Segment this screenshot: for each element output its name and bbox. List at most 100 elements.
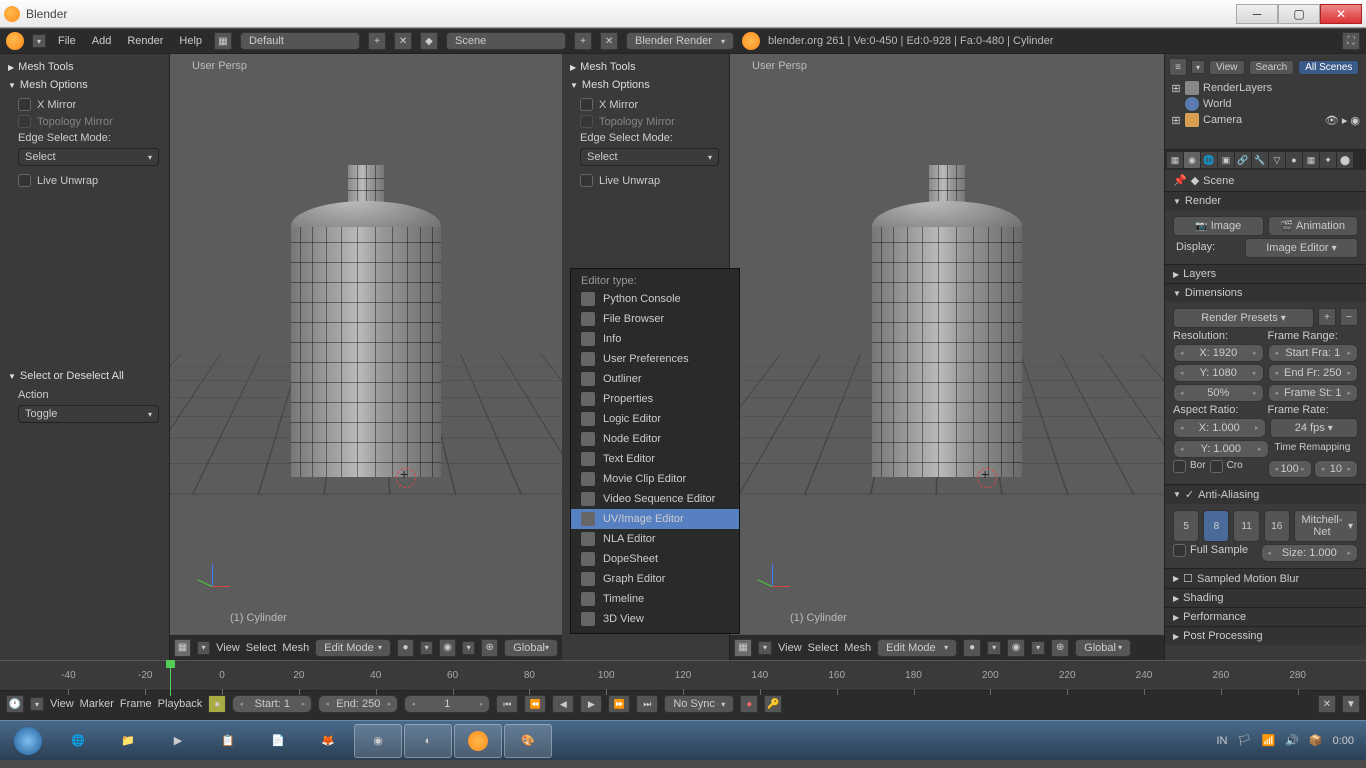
editor-type-dropdown[interactable]: ▾ bbox=[197, 641, 210, 655]
tab-modifiers[interactable]: 🔧 bbox=[1252, 152, 1268, 168]
res-x[interactable]: X: 1920 bbox=[1173, 344, 1264, 362]
live-unwrap-checkbox[interactable] bbox=[18, 174, 31, 187]
play-reverse[interactable]: ◀ bbox=[552, 695, 574, 713]
menu-view[interactable]: View bbox=[216, 642, 240, 654]
menu-add[interactable]: Add bbox=[88, 33, 116, 49]
aspect-y[interactable]: Y: 1.000 bbox=[1173, 440, 1269, 458]
panel-motion-blur[interactable]: ☐ Sampled Motion Blur bbox=[1165, 568, 1366, 588]
jump-last[interactable]: ⏭ bbox=[636, 695, 658, 713]
outliner-search[interactable]: Search bbox=[1249, 60, 1295, 75]
editor-type-item[interactable]: Node Editor bbox=[571, 429, 739, 449]
panel-dimensions[interactable]: Dimensions bbox=[1165, 283, 1366, 302]
fullscreen-toggle[interactable]: ⛶ bbox=[1342, 32, 1360, 50]
res-pct[interactable]: 50% bbox=[1173, 384, 1264, 402]
start-frame[interactable]: Start: 1 bbox=[232, 695, 312, 713]
tree-renderlayers[interactable]: ⊞RenderLayers bbox=[1171, 80, 1360, 96]
tray-lang[interactable]: IN bbox=[1217, 735, 1228, 747]
editor-type-item[interactable]: Video Sequence Editor bbox=[571, 489, 739, 509]
render-engine-select[interactable]: Blender Render▾ bbox=[626, 32, 734, 50]
tree-world[interactable]: World bbox=[1171, 96, 1360, 112]
tab-material[interactable]: ● bbox=[1286, 152, 1302, 168]
layout-icon[interactable]: ▦ bbox=[214, 32, 232, 50]
editor-type-item[interactable]: Movie Clip Editor bbox=[571, 469, 739, 489]
tray-volume-icon[interactable]: 🔊 bbox=[1285, 734, 1299, 747]
taskbar-app1[interactable]: 📋 bbox=[204, 724, 252, 758]
menu-file[interactable]: File bbox=[54, 33, 80, 49]
aa-5[interactable]: 5 bbox=[1173, 510, 1199, 542]
shading-mode[interactable]: ● bbox=[397, 639, 414, 657]
menu-render[interactable]: Render bbox=[123, 33, 167, 49]
tab-object[interactable]: ▣ bbox=[1218, 152, 1234, 168]
close-button[interactable]: ✕ bbox=[1320, 4, 1362, 24]
outliner-editor-icon[interactable]: ≡ bbox=[1169, 58, 1187, 76]
fps-select[interactable]: 24 fps▾ bbox=[1270, 418, 1359, 438]
mesh-object-2[interactable] bbox=[872, 165, 1022, 485]
panel-shading[interactable]: Shading bbox=[1165, 588, 1366, 607]
jump-first[interactable]: ⏮ bbox=[496, 695, 518, 713]
render-animation-button[interactable]: 🎬Animation bbox=[1268, 216, 1359, 236]
maximize-button[interactable]: ▢ bbox=[1278, 4, 1320, 24]
layout-add[interactable]: + bbox=[368, 32, 386, 50]
editor-type-item[interactable]: Logic Editor bbox=[571, 409, 739, 429]
frame-step[interactable]: Frame St: 1 bbox=[1268, 384, 1359, 402]
start-button[interactable] bbox=[4, 724, 52, 758]
render-presets[interactable]: Render Presets▾ bbox=[1173, 308, 1314, 328]
editor-type-item[interactable]: Properties bbox=[571, 389, 739, 409]
layout-remove[interactable]: ✕ bbox=[394, 32, 412, 50]
tree-camera[interactable]: ⊞Camera👁 ▸ ◉ bbox=[1171, 112, 1360, 128]
tray-network-icon[interactable]: 📶 bbox=[1261, 734, 1275, 747]
editor-type-item[interactable]: Outliner bbox=[571, 369, 739, 389]
pivot-select[interactable]: ◉ bbox=[439, 639, 456, 657]
editor-type-item[interactable]: File Browser bbox=[571, 309, 739, 329]
res-y[interactable]: Y: 1080 bbox=[1173, 364, 1264, 382]
display-select[interactable]: Image Editor▾ bbox=[1245, 238, 1358, 258]
play[interactable]: ▶ bbox=[580, 695, 602, 713]
taskbar-media[interactable]: ▶ bbox=[154, 724, 202, 758]
panel-postprocessing[interactable]: Post Processing bbox=[1165, 626, 1366, 645]
topology-mirror-checkbox[interactable] bbox=[18, 115, 31, 128]
current-frame[interactable]: 1 bbox=[404, 695, 490, 713]
scene-field[interactable]: Scene bbox=[446, 32, 566, 50]
editor-type-item[interactable]: 3D View bbox=[571, 609, 739, 629]
keying-set-icon[interactable]: 🔑 bbox=[764, 695, 782, 713]
tab-constraints[interactable]: 🔗 bbox=[1235, 152, 1251, 168]
tray-dropbox-icon[interactable]: 📦 bbox=[1309, 734, 1323, 747]
auto-keyframe-icon[interactable]: ● bbox=[208, 695, 226, 713]
edge-select-mode[interactable]: Select▾ bbox=[18, 148, 159, 166]
aa-11[interactable]: 11 bbox=[1233, 510, 1259, 542]
taskbar-paint[interactable]: 🎨 bbox=[504, 724, 552, 758]
manipulator-toggle[interactable]: ⊕ bbox=[481, 639, 498, 657]
editor-type-item[interactable]: Python Console bbox=[571, 289, 739, 309]
taskbar-ie[interactable]: 🌐 bbox=[54, 724, 102, 758]
tab-physics[interactable]: ⬤ bbox=[1337, 152, 1353, 168]
screen-layout-field[interactable]: Default bbox=[240, 32, 360, 50]
tab-data[interactable]: ▽ bbox=[1269, 152, 1285, 168]
taskbar-blender[interactable] bbox=[454, 724, 502, 758]
taskbar-explorer[interactable]: 📁 bbox=[104, 724, 152, 758]
aa-16[interactable]: 16 bbox=[1264, 510, 1290, 542]
scene-remove[interactable]: ✕ bbox=[600, 32, 618, 50]
editor-type-item[interactable]: Text Editor bbox=[571, 449, 739, 469]
sync-mode[interactable]: No Sync▾ bbox=[664, 695, 734, 713]
panel-mesh-options[interactable]: Mesh Options bbox=[4, 76, 165, 94]
menu-mesh[interactable]: Mesh bbox=[282, 642, 309, 654]
jump-next-key[interactable]: ⏩ bbox=[608, 695, 630, 713]
taskbar-firefox[interactable]: 🦊 bbox=[304, 724, 352, 758]
tab-particles[interactable]: ✦ bbox=[1320, 152, 1336, 168]
aa-size[interactable]: Size: 1.000 bbox=[1261, 544, 1359, 562]
menu-select[interactable]: Select bbox=[246, 642, 277, 654]
jump-prev-key[interactable]: ⏪ bbox=[524, 695, 546, 713]
orientation-select[interactable]: Global▾ bbox=[504, 639, 558, 657]
editor-type-item[interactable]: Info bbox=[571, 329, 739, 349]
record-icon[interactable]: ● bbox=[740, 695, 758, 713]
end-frame[interactable]: End: 250 bbox=[318, 695, 398, 713]
editor-type-item[interactable]: User Preferences bbox=[571, 349, 739, 369]
outliner-filter[interactable]: All Scenes bbox=[1298, 60, 1359, 75]
timeline-editor-icon[interactable]: 🕐 bbox=[6, 695, 24, 713]
menu-help[interactable]: Help bbox=[175, 33, 206, 49]
panel-mesh-tools-2[interactable]: Mesh Tools bbox=[566, 58, 725, 76]
editor-type-item[interactable]: DopeSheet bbox=[571, 549, 739, 569]
panel-layers[interactable]: Layers bbox=[1165, 264, 1366, 283]
pin-icon[interactable]: 📌 bbox=[1173, 174, 1187, 187]
editor-type-item[interactable]: NLA Editor bbox=[571, 529, 739, 549]
